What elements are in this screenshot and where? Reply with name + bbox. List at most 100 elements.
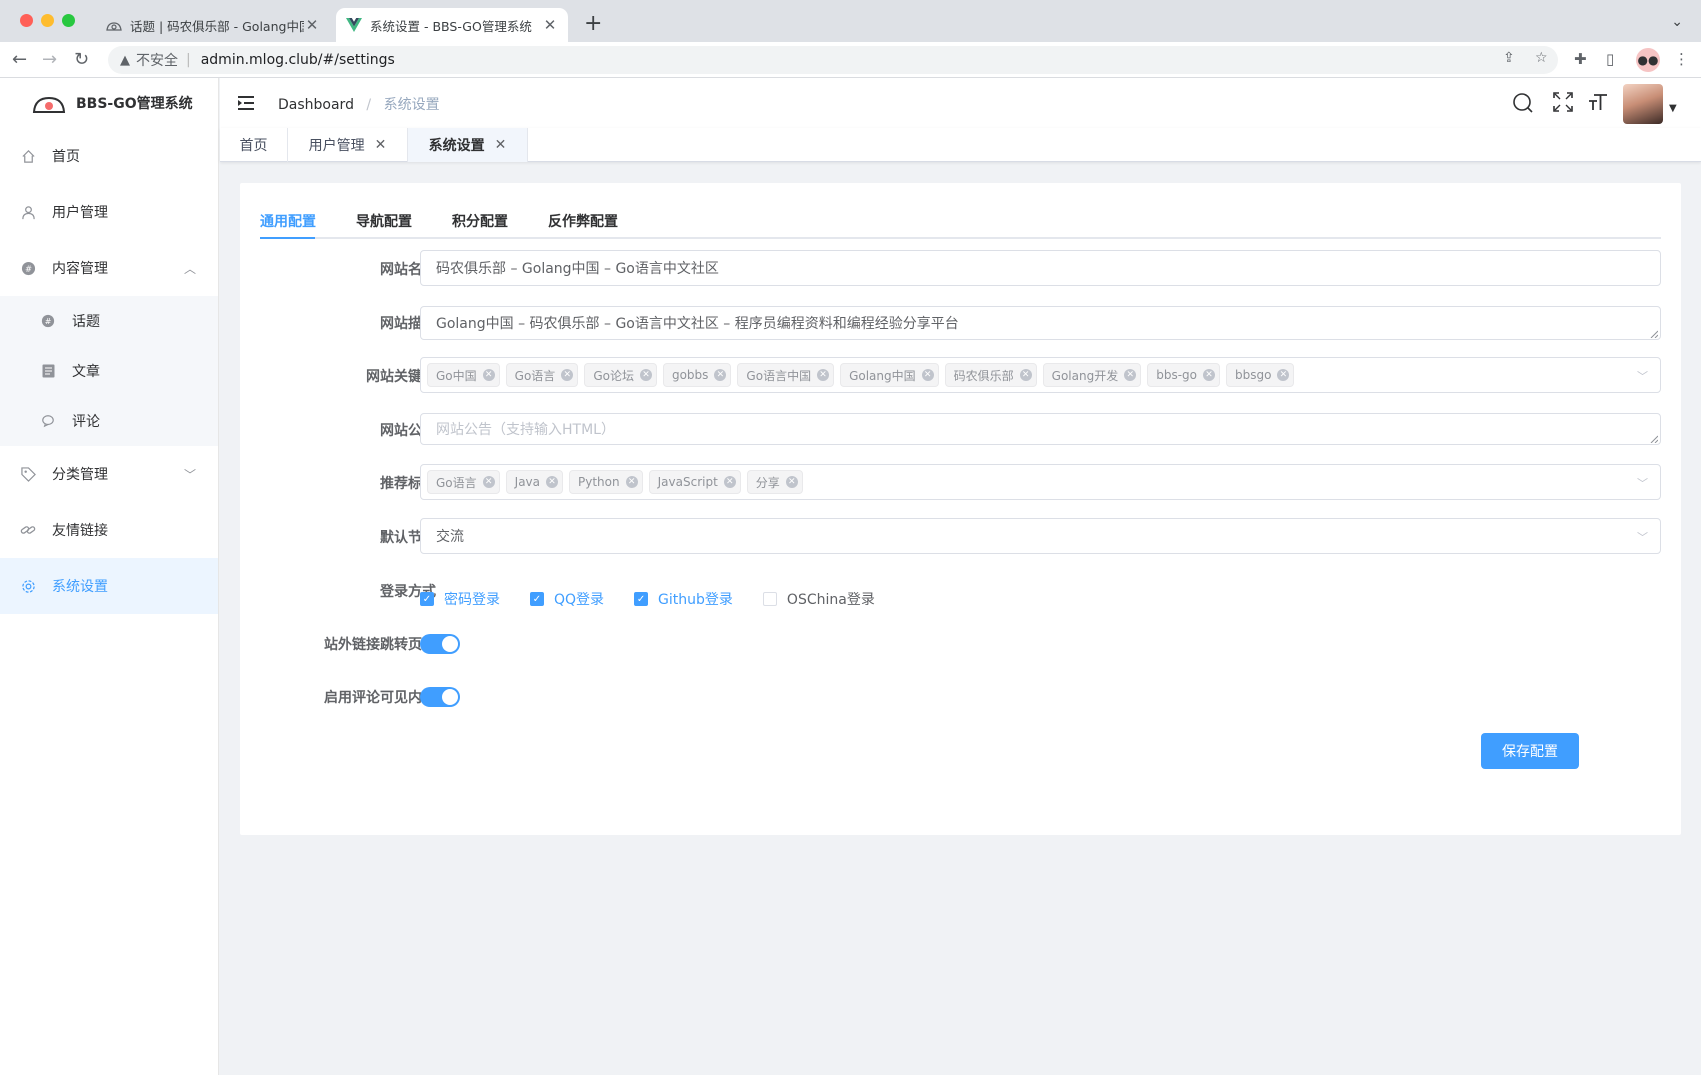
close-circle-icon[interactable]: ✕ (482, 369, 495, 381)
default-node-select[interactable]: 交流 ﹀ (420, 518, 1661, 554)
close-circle-icon[interactable]: ✕ (1277, 369, 1290, 381)
site-keywords-select[interactable]: Go中国 ✕ Go语言 ✕ Go论坛 ✕ gobbs ✕ Go语言中国 ✕ Golang中… (420, 357, 1661, 393)
sidebar-item-comments[interactable]: 评论 (0, 396, 218, 446)
sidebar-item-articles[interactable]: 文章 (0, 346, 218, 396)
close-icon[interactable]: ✕ (375, 137, 387, 153)
sidebar-logo[interactable]: BBS-GO管理系统 (0, 78, 218, 128)
window-zoom-button[interactable] (62, 14, 75, 27)
star-icon[interactable]: ☆ (1535, 50, 1548, 66)
window-close-button[interactable] (20, 14, 33, 27)
browser-tab-title: 话题 | 码农俱乐部 - Golang中国 (130, 18, 304, 34)
close-circle-icon[interactable]: ✕ (1124, 369, 1137, 381)
site-notice-textarea[interactable]: 网站公告（支持输入HTML） (420, 413, 1661, 445)
fullscreen-icon[interactable] (1553, 92, 1573, 112)
new-tab-button[interactable]: + (584, 12, 602, 36)
browser-tab-settings[interactable]: 系统设置 - BBS-GO管理系统 ✕ (336, 8, 568, 42)
tab-navigation[interactable]: 导航配置 (356, 211, 412, 231)
settings-card: 通用配置 导航配置 积分配置 反作弊配置 网站名称 码农俱乐部 – Golang… (240, 183, 1681, 835)
side-panel-icon[interactable]: ▯ (1606, 50, 1614, 68)
font-size-icon[interactable] (1588, 92, 1608, 112)
close-icon[interactable]: ✕ (304, 16, 320, 34)
address-bar[interactable]: ▲ 不安全 | admin.mlog.club/#/settings (108, 46, 1558, 74)
close-circle-icon[interactable]: ✕ (714, 369, 727, 381)
tags-view: 首页 用户管理 ✕ 系统设置 ✕ (220, 128, 1701, 162)
tab-score[interactable]: 积分配置 (452, 211, 508, 231)
sidebar-item-label: 用户管理 (52, 205, 108, 221)
close-circle-icon[interactable]: ✕ (785, 476, 798, 488)
search-icon[interactable] (1512, 92, 1534, 114)
tagsview-tab-settings[interactable]: 系统设置 ✕ (408, 128, 528, 162)
close-circle-icon[interactable]: ✕ (546, 476, 559, 488)
oschina-login-checkbox[interactable]: OSChina登录 (762, 589, 875, 609)
close-circle-icon[interactable]: ✕ (561, 369, 574, 381)
close-icon[interactable]: ✕ (542, 16, 558, 34)
vue-logo-icon (346, 17, 362, 33)
switch-knob (442, 636, 458, 652)
sidebar-item-settings[interactable]: 系统设置 (0, 558, 218, 614)
article-icon (40, 363, 56, 379)
chevron-down-icon[interactable]: ﹀ (1637, 368, 1648, 384)
qq-login-checkbox[interactable]: ✓ QQ登录 (530, 589, 604, 609)
site-name-input[interactable]: 码农俱乐部 – Golang中国 – Go语言中文社区 (420, 250, 1661, 286)
tag-label: 码农俱乐部 (953, 368, 1014, 383)
close-circle-icon[interactable]: ✕ (1203, 369, 1215, 381)
checkmark-icon[interactable]: ✓ (530, 592, 544, 606)
close-circle-icon[interactable]: ✕ (723, 476, 736, 488)
password-login-checkbox[interactable]: ✓ 密码登录 (420, 589, 500, 609)
close-circle-icon[interactable]: ✕ (625, 476, 638, 488)
sidebar-item-home[interactable]: 首页 (0, 128, 218, 184)
close-circle-icon[interactable]: ✕ (639, 369, 652, 381)
tab-general[interactable]: 通用配置 (260, 211, 316, 231)
recommend-tag: Go语言 ✕ (427, 470, 500, 494)
tagsview-tab-home[interactable]: 首页 (220, 128, 288, 162)
browser-tab-topics[interactable]: 话题 | 码农俱乐部 - Golang中国 ✕ (96, 8, 330, 42)
close-circle-icon[interactable]: ✕ (817, 369, 830, 381)
github-login-checkbox[interactable]: ✓ Github登录 (634, 589, 733, 609)
sidebar-item-categories[interactable]: 分类管理 ﹀ (0, 446, 218, 502)
recommend-tags-select[interactable]: Go语言 ✕ Java ✕ Python ✕ JavaScript ✕ 分享 ✕ ﹀ (420, 464, 1661, 500)
browser-tabstrip: 话题 | 码农俱乐部 - Golang中国 ✕ 系统设置 - BBS-GO管理系… (0, 0, 1701, 42)
checkmark-icon[interactable]: ✓ (420, 592, 434, 606)
close-circle-icon[interactable]: ✕ (482, 476, 495, 488)
chevron-down-icon[interactable]: ﹀ (1637, 475, 1648, 491)
sidebar-item-links[interactable]: 友情链接 (0, 502, 218, 558)
breadcrumb-dashboard[interactable]: Dashboard (278, 97, 354, 113)
recommend-tag: Python ✕ (569, 470, 643, 494)
sidebar-item-label: 话题 (72, 314, 100, 330)
url-redirect-switch[interactable] (420, 634, 460, 654)
more-menu-icon[interactable]: ⋮ (1674, 50, 1689, 68)
switch-knob (442, 689, 458, 705)
close-circle-icon[interactable]: ✕ (921, 369, 934, 381)
checkbox-box[interactable] (762, 592, 777, 606)
site-desc-textarea[interactable]: Golang中国 – 码农俱乐部 – Go语言中文社区 – 程序员编程资料和编程… (420, 306, 1661, 340)
tag-label: Python (578, 475, 620, 489)
checkmark-icon[interactable]: ✓ (634, 592, 649, 606)
caret-down-icon[interactable]: ▼ (1669, 103, 1677, 114)
reload-icon[interactable]: ↻ (74, 48, 89, 72)
save-config-button[interactable]: 保存配置 (1481, 733, 1579, 769)
tagsview-tab-users[interactable]: 用户管理 ✕ (288, 128, 408, 162)
keyword-tag: Go中国 ✕ (427, 363, 500, 387)
resize-handle-icon[interactable] (1650, 330, 1658, 338)
resize-handle-icon[interactable] (1650, 435, 1658, 443)
sidebar-item-label: 友情链接 (52, 523, 108, 539)
window-minimize-button[interactable] (41, 14, 54, 27)
comment-visible-switch[interactable] (420, 687, 460, 707)
share-icon[interactable]: ⇪ (1503, 50, 1515, 66)
keyword-tag: Golang中国 ✕ (840, 363, 939, 387)
user-avatar[interactable] (1623, 84, 1663, 124)
tab-anti-cheat[interactable]: 反作弊配置 (548, 211, 618, 231)
hamburger-icon[interactable] (236, 93, 256, 113)
extensions-icon[interactable]: ✚ (1574, 50, 1587, 68)
forward-arrow-icon[interactable]: → (42, 48, 57, 72)
sidebar-item-users[interactable]: 用户管理 (0, 184, 218, 240)
profile-avatar-icon[interactable]: ●● (1636, 48, 1660, 72)
sidebar-item-topics[interactable]: # 话题 (0, 296, 218, 346)
sidebar-item-content[interactable]: # 内容管理 ︿ (0, 240, 218, 296)
back-arrow-icon[interactable]: ← (12, 48, 27, 72)
cloud-logo-icon (106, 17, 122, 33)
chevron-down-icon[interactable]: ﹀ (1637, 529, 1648, 545)
close-icon[interactable]: ✕ (495, 137, 507, 153)
close-circle-icon[interactable]: ✕ (1019, 369, 1032, 381)
chevron-down-icon[interactable]: ⌄ (1671, 14, 1683, 30)
